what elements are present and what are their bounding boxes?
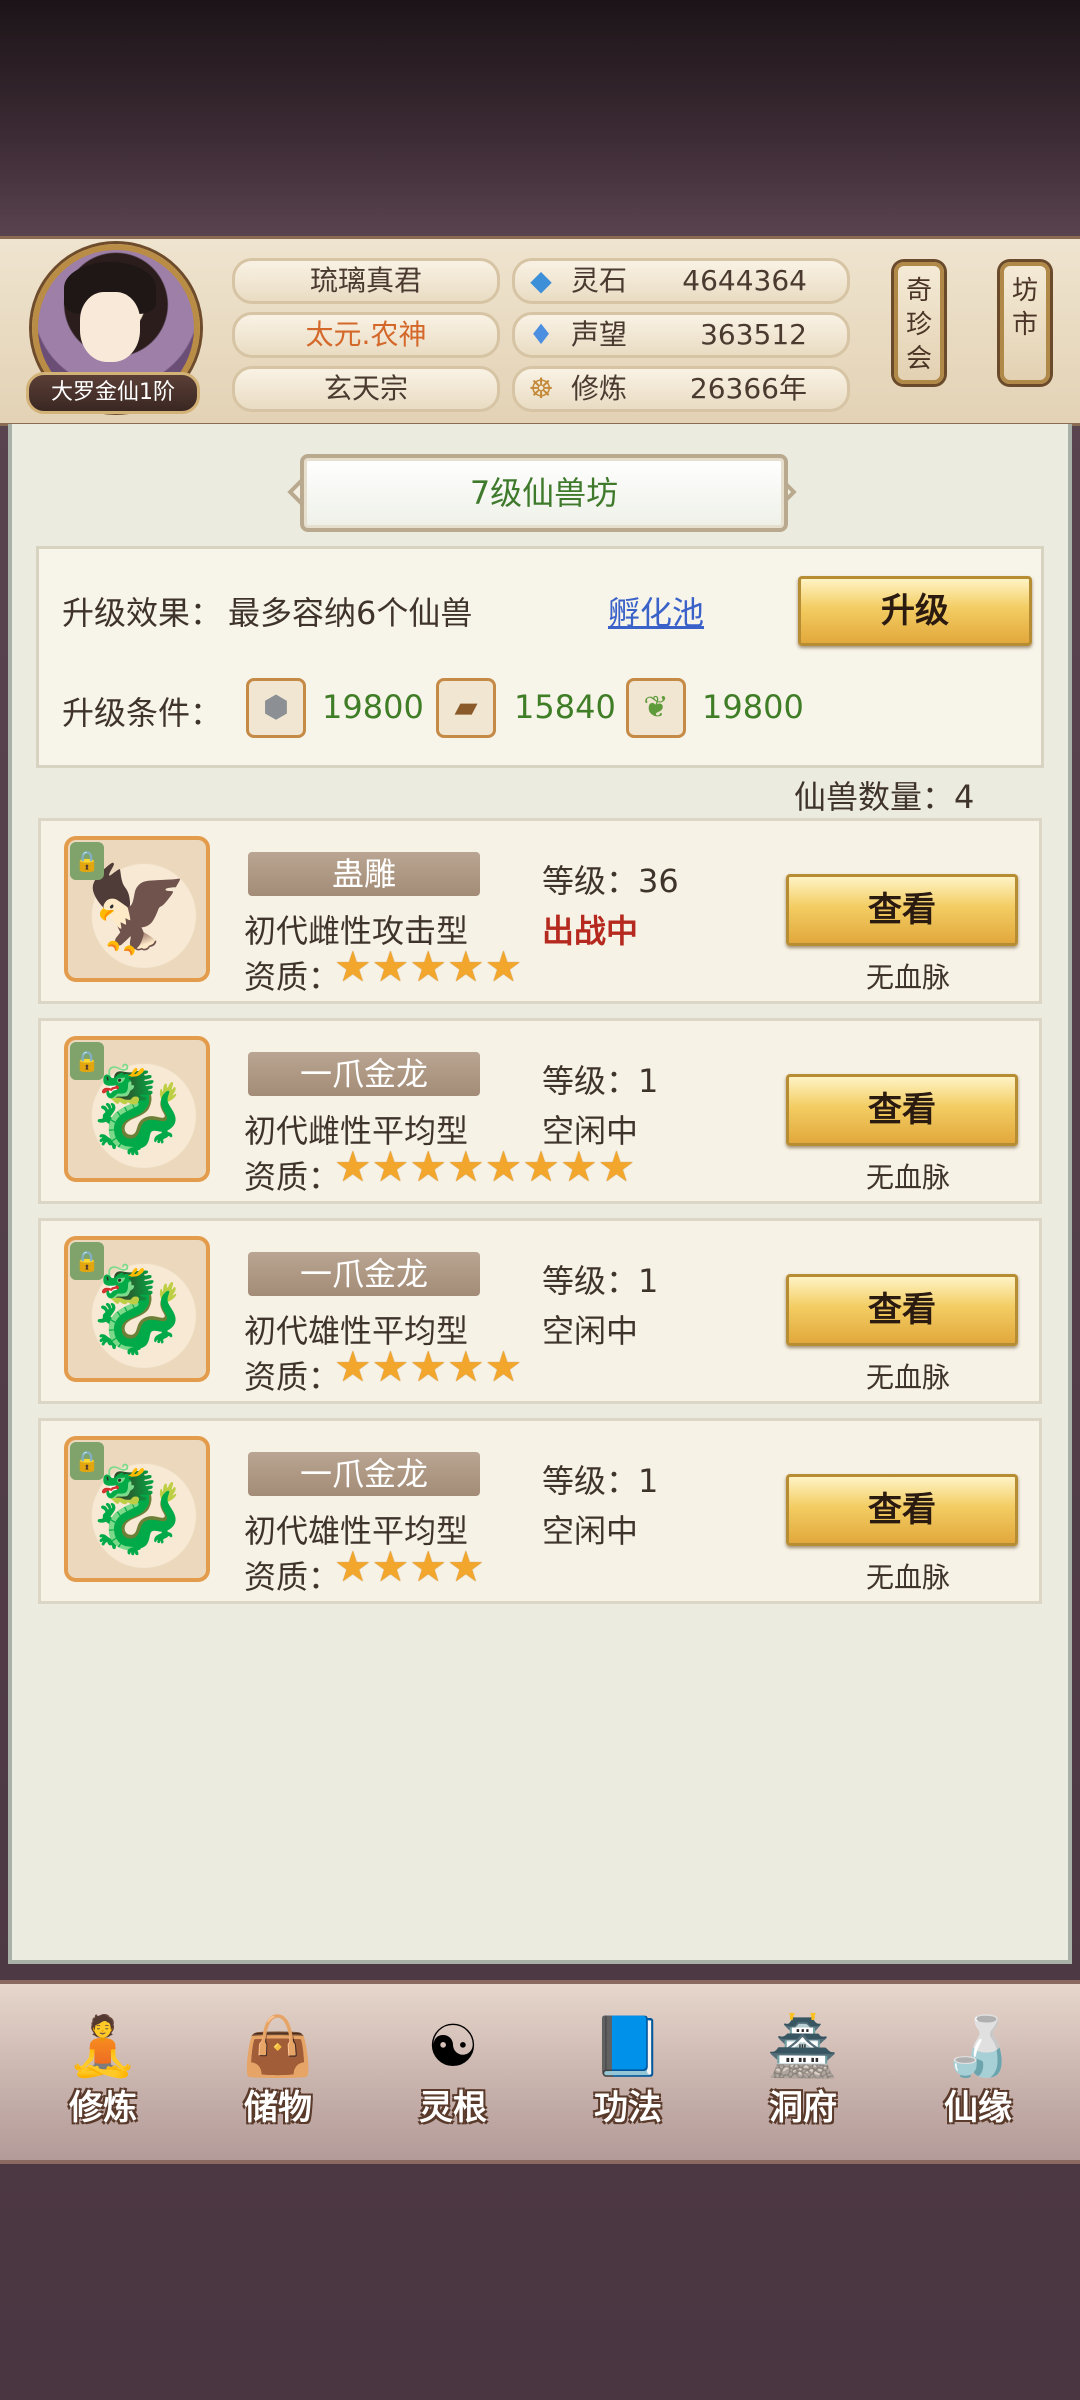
aptitude-star-icon: ★ <box>334 1542 372 1591</box>
resource-label: 声望 <box>571 318 628 351</box>
aptitude-stars: ★★★★★★★★ <box>334 1146 635 1188</box>
aptitude-star-icon: ★ <box>484 942 523 991</box>
aptitude-stars: ★★★★★ <box>334 1346 522 1388</box>
player-title[interactable]: 太元.农神 <box>232 312 500 358</box>
aptitude-star-icon: ★ <box>484 1142 523 1191</box>
lock-icon[interactable]: 🔒 <box>70 1042 104 1080</box>
beast-level: 等级：1 <box>542 1462 659 1500</box>
resource-label: 灵石 <box>571 264 628 297</box>
aptitude-star-icon: ★ <box>371 1142 410 1191</box>
beast-status: 空闲中 <box>542 1112 639 1150</box>
beast-level: 等级：36 <box>542 862 679 900</box>
aptitude-star-icon: ★ <box>409 942 447 991</box>
reputation-icon: ♦ <box>528 318 554 351</box>
resource-value: 363512 <box>700 318 807 351</box>
aptitude-star-icon: ★ <box>446 1342 485 1391</box>
aptitude-stars: ★★★★★ <box>334 946 522 988</box>
resource-reputation: ♦ 声望 363512 <box>512 312 850 358</box>
aptitude-star-icon: ★ <box>371 942 410 991</box>
beast-name: 蛊雕 <box>248 852 480 896</box>
herb-icon: ❦ <box>626 678 686 738</box>
wood-icon: ▰ <box>436 678 496 738</box>
nav-gourd[interactable]: 🍶 仙缘 <box>903 1990 1053 2140</box>
nav-label: 储物 <box>244 2088 312 2128</box>
bloodline-text: 无血脉 <box>866 961 951 994</box>
resource-value: 26366年 <box>689 372 807 405</box>
upgrade-effect-value: 最多容纳6个仙兽 <box>228 594 473 632</box>
aptitude-star-icon: ★ <box>409 1542 447 1591</box>
ore-icon: ⬢ <box>246 678 306 738</box>
bloodline-text: 无血脉 <box>866 1161 951 1194</box>
nav-label: 修炼 <box>69 2088 137 2128</box>
realm-badge: 大罗金仙1阶 <box>26 372 200 414</box>
view-beast-button[interactable]: 查看 <box>786 1074 1018 1146</box>
player-name: 琉璃真君 <box>232 258 500 304</box>
nav-label: 仙缘 <box>944 2088 1012 2128</box>
aptitude-label: 资质： <box>244 958 341 996</box>
aptitude-star-icon: ★ <box>371 1342 410 1391</box>
aptitude-star-icon: ★ <box>484 1342 523 1391</box>
nav-monk[interactable]: 🧘 修炼 <box>28 1990 178 2140</box>
bloodline-text: 无血脉 <box>866 1361 951 1394</box>
player-sect[interactable]: 玄天宗 <box>232 366 500 412</box>
aptitude-star-icon: ★ <box>334 1142 372 1191</box>
aptitude-label: 资质： <box>244 1358 341 1396</box>
aptitude-star-icon: ★ <box>371 1542 410 1591</box>
lock-icon[interactable]: 🔒 <box>70 1442 104 1480</box>
aptitude-star-icon: ★ <box>446 1542 485 1591</box>
aptitude-star-icon: ★ <box>409 1142 447 1191</box>
material-amount: 19800 <box>702 688 804 726</box>
material-amount: 19800 <box>322 688 424 726</box>
upgrade-button[interactable]: 升级 <box>798 576 1032 646</box>
nav-bag[interactable]: 👜 储物 <box>203 1990 353 2140</box>
resource-spirit-stone: ◆ 灵石 4644364 <box>512 258 850 304</box>
beast-status: 空闲中 <box>542 1512 639 1550</box>
beast-status: 空闲中 <box>542 1312 639 1350</box>
beast-name: 一爪金龙 <box>248 1252 480 1296</box>
aptitude-star-icon: ★ <box>446 942 485 991</box>
aptitude-star-icon: ★ <box>446 1142 485 1191</box>
nav-label: 洞府 <box>769 2088 837 2128</box>
view-beast-button[interactable]: 查看 <box>786 1274 1018 1346</box>
resource-value: 4644364 <box>682 264 807 297</box>
lock-icon[interactable]: 🔒 <box>70 842 104 880</box>
aptitude-label: 资质： <box>244 1558 341 1596</box>
aptitude-star-icon: ★ <box>334 942 372 991</box>
material-amount: 15840 <box>514 688 616 726</box>
aptitude-star-icon: ★ <box>409 1342 447 1391</box>
beast-count: 仙兽数量：4 <box>794 778 975 816</box>
aptitude-stars: ★★★★ <box>334 1546 485 1588</box>
upgrade-effect-label: 升级效果： <box>62 594 223 632</box>
avatar-face <box>80 292 140 362</box>
view-beast-button[interactable]: 查看 <box>786 874 1018 946</box>
lock-icon[interactable]: 🔒 <box>70 1242 104 1280</box>
bloodline-text: 无血脉 <box>866 1561 951 1594</box>
beast-name: 一爪金龙 <box>248 1052 480 1096</box>
resource-label: 修炼 <box>571 372 628 405</box>
view-beast-button[interactable]: 查看 <box>786 1474 1018 1546</box>
beast-level: 等级：1 <box>542 1062 659 1100</box>
resource-cultivation: ☸ 修炼 26366年 <box>512 366 850 412</box>
nav-book[interactable]: 📘 功法 <box>553 1990 703 2140</box>
building-title: 7级仙兽坊 <box>300 454 788 532</box>
upgrade-condition-label: 升级条件： <box>62 694 223 732</box>
market-button[interactable]: 坊市 <box>1000 262 1050 384</box>
beast-name: 一爪金龙 <box>248 1452 480 1496</box>
spirit-stone-icon: ◆ <box>530 264 552 297</box>
nav-label: 功法 <box>594 2088 662 2128</box>
beast-level: 等级：1 <box>542 1262 659 1300</box>
treasure-fair-button[interactable]: 奇珍会 <box>894 262 944 384</box>
beast-status: 出战中 <box>542 912 639 950</box>
cultivation-icon: ☸ <box>528 372 554 405</box>
nav-spirit-root[interactable]: ☯ 灵根 <box>378 1990 528 2140</box>
nav-cave-dwelling[interactable]: 🏯 洞府 <box>728 1990 878 2140</box>
aptitude-star-icon: ★ <box>334 1342 372 1391</box>
aptitude-label: 资质： <box>244 1158 341 1196</box>
nav-label: 灵根 <box>419 2088 487 2128</box>
incubator-link[interactable]: 孵化池 <box>608 588 704 634</box>
